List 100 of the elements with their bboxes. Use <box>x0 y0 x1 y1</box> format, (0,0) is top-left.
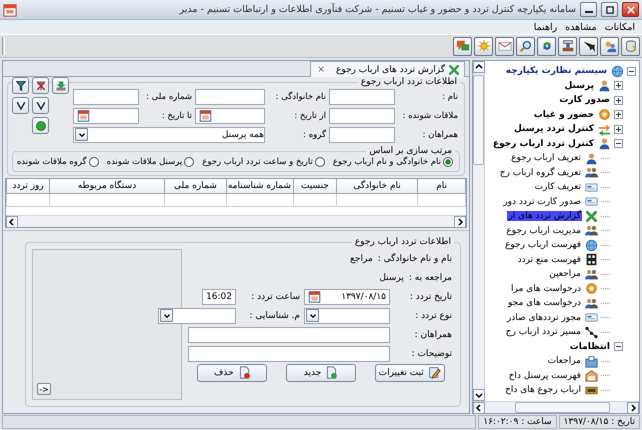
expand-icon[interactable] <box>614 110 623 120</box>
new-button[interactable]: جدید <box>286 364 356 382</box>
tree-item[interactable]: صدور کارت تردد دور <box>502 196 582 207</box>
tree-item[interactable]: درخواست های مجو <box>507 298 582 308</box>
date-field[interactable] <box>73 108 139 124</box>
tree-item[interactable]: حضور و غیاب <box>532 110 595 120</box>
dropdown[interactable]: همه پرسنل <box>73 126 265 142</box>
tree-item[interactable]: انتظامات <box>568 342 611 352</box>
arrow-down-icon <box>54 80 66 92</box>
funnel-cross-icon <box>34 80 46 92</box>
radio-option[interactable]: پرسنل ملاقات شونده <box>106 157 194 167</box>
column-header[interactable]: نام <box>418 179 466 193</box>
close-tab-button[interactable]: × <box>315 64 327 74</box>
calendar-icon <box>77 109 90 122</box>
people-icon <box>585 268 598 281</box>
collapse-icon[interactable] <box>614 342 623 352</box>
document-delete-icon <box>238 366 251 379</box>
menu-item[interactable]: مشاهده <box>562 22 600 32</box>
time-field[interactable]: 16:02 <box>202 288 236 304</box>
people-icon <box>585 224 598 238</box>
delete-button[interactable]: حذف <box>197 364 268 382</box>
tree-item[interactable]: درخواست های مرا <box>510 284 582 294</box>
date-field[interactable]: ۱۳۹۷/۰۸/۱۵ <box>304 288 390 304</box>
tree-item[interactable]: مراجعین <box>548 269 582 280</box>
toggle-button[interactable]: -> <box>37 383 51 395</box>
info-value: پرسنل <box>379 272 404 282</box>
gear-icon <box>585 282 598 296</box>
tree-item[interactable]: فهرست منع تردد <box>516 254 582 265</box>
date-field[interactable] <box>195 108 265 124</box>
tree-item[interactable]: مسیر تردد ارباب رج <box>504 327 582 338</box>
tree-item[interactable]: تعریف گروه ارباب رج <box>498 168 582 178</box>
group-title: اطلاعات تردد ارباب رجوع <box>360 77 458 87</box>
toolbar-button[interactable] <box>579 36 598 56</box>
horizontal-scrollbar[interactable] <box>6 215 466 227</box>
check-button[interactable] <box>32 97 49 114</box>
field-label: نوع تردد : <box>414 310 453 320</box>
tab[interactable]: گزارش تردد های ارباب رجوع × <box>310 61 465 77</box>
tree-item[interactable]: پرسنل <box>563 80 595 91</box>
column-header[interactable]: روز تردد <box>6 179 50 193</box>
tree-item[interactable]: تعریف ارباب رجوع <box>510 153 582 164</box>
tree-item[interactable]: صدور کارت <box>558 95 611 106</box>
menu-item[interactable]: راهنما <box>530 22 560 32</box>
field-label: نام : <box>441 92 459 102</box>
radio-option[interactable]: نام خانوادگی و نام ارباب رجوع <box>332 157 453 167</box>
scroll-thumb[interactable] <box>515 402 610 413</box>
input-field[interactable] <box>329 126 395 142</box>
field-label: م. شناسایی : <box>248 310 301 320</box>
expand-icon[interactable] <box>614 96 623 105</box>
toolbar-button[interactable] <box>516 36 535 56</box>
vertical-scrollbar[interactable] <box>473 61 485 401</box>
field-label: همراهان : <box>414 330 453 340</box>
tree-item[interactable]: مراجعات <box>546 356 582 366</box>
close-button[interactable] <box>622 2 639 17</box>
toolbar-button[interactable] <box>558 36 577 56</box>
save-button[interactable]: ثبت تغییرات <box>374 364 445 382</box>
input-field[interactable] <box>73 88 139 104</box>
scroll-thumb[interactable] <box>473 75 484 165</box>
input-field[interactable] <box>188 346 390 362</box>
check-button[interactable] <box>12 97 29 114</box>
people-icon <box>585 296 598 310</box>
people-icon <box>602 39 616 53</box>
maximize-button[interactable] <box>601 2 618 17</box>
tree-item[interactable]: ارباب رجوع های داخ <box>504 385 582 396</box>
tree-item[interactable]: فهرست ارباب رجوع <box>504 240 582 250</box>
expand-icon[interactable] <box>614 124 623 134</box>
column-header[interactable]: دستگاه مربوطه <box>50 179 164 193</box>
input-field[interactable] <box>329 88 395 104</box>
tree-item[interactable]: کنترل تردد ارباب رجوع <box>492 138 595 149</box>
input-field[interactable] <box>195 88 265 104</box>
tree-item[interactable]: مدیریت ارباب رجوع <box>505 226 582 236</box>
radio-option[interactable]: تاریخ و ساعت تردد ارباب رجوع <box>202 157 325 167</box>
collapse-icon[interactable] <box>627 66 636 76</box>
dropdown[interactable] <box>304 308 390 324</box>
expand-icon[interactable] <box>614 81 623 90</box>
tree-item[interactable]: فهرست پرسنل داخ <box>508 370 582 381</box>
minimize-button[interactable] <box>580 2 597 17</box>
swap-arrows-icon <box>598 122 611 136</box>
clear-filter-button[interactable] <box>32 77 49 94</box>
column-header[interactable]: شماره ملی <box>164 179 226 193</box>
field-label: شماره ملی : <box>145 92 193 102</box>
menu-item[interactable]: امکانات <box>602 22 638 32</box>
column-header[interactable]: شماره شناسنامه <box>226 179 294 193</box>
go-button[interactable] <box>32 117 49 134</box>
info-label: مراجعه به : <box>408 272 453 282</box>
input-field[interactable] <box>188 326 390 342</box>
tree-item[interactable]: مجوز ترددهای صادر <box>506 312 582 323</box>
dropdown[interactable] <box>158 308 236 324</box>
tree-item[interactable]: کنترل تردد پرسنل <box>512 124 595 134</box>
radio-option[interactable]: گروه ملاقات شونده <box>16 157 99 167</box>
tree-item[interactable]: سیستم نظارت یکپارچه <box>504 66 608 76</box>
column-header[interactable]: نام خانوادگی <box>336 179 418 193</box>
column-header[interactable]: جنسیت <box>293 179 336 193</box>
filter-button[interactable] <box>12 77 29 94</box>
toolbar-button[interactable] <box>537 36 556 56</box>
card-icon <box>585 195 598 208</box>
tree-item[interactable]: تعریف کارت <box>534 182 582 192</box>
pencil-icon <box>428 366 441 379</box>
input-field[interactable] <box>329 108 395 124</box>
horizontal-scrollbar[interactable] <box>473 401 639 413</box>
collapse-icon[interactable] <box>614 139 623 148</box>
